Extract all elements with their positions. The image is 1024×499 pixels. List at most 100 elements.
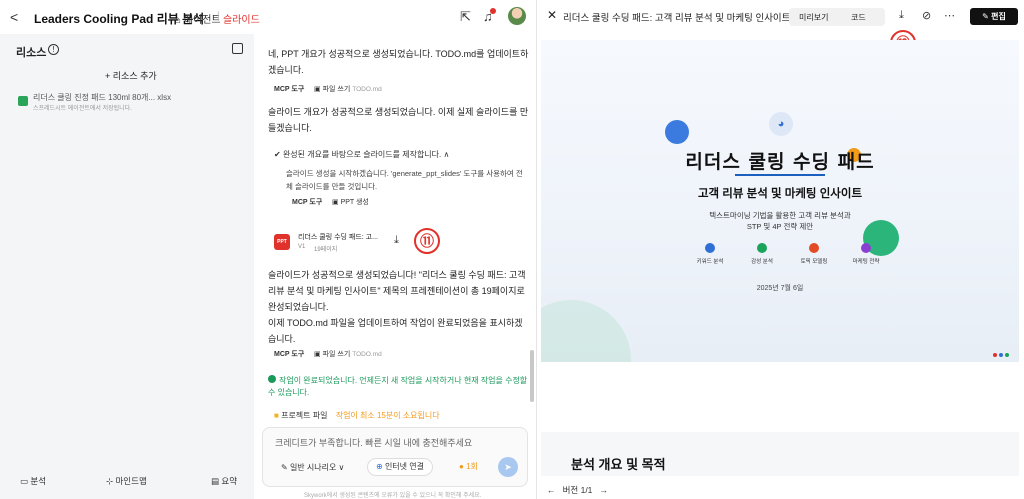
edit-button[interactable]: ✎ 편집 [970, 8, 1018, 25]
file-write-chip[interactable]: ▣ 파일 쓰기 TODO.md [314, 349, 382, 359]
chat-input-box[interactable]: 크레디트가 부족합니다. 빠른 시일 내에 충전해주세요 ✎ 일반 시나리오 ∨… [262, 427, 528, 487]
sidebar-title: 리소스 [16, 47, 47, 59]
close-icon[interactable]: ✕ [547, 8, 557, 22]
annotation-11: ⑪ [414, 228, 440, 254]
slide-description: 텍스트마이닝 기법을 활용한 고객 리뷰 분석과 STP 및 4P 전략 제안 [541, 210, 1019, 232]
resource-sidebar: 리소스 ! + 리소스 추가 리더스 쿨링 진정 패드 130ml 80개...… [0, 34, 254, 499]
download-icon[interactable]: ⤓ [899, 9, 904, 22]
chat-scrollbar[interactable] [530, 350, 534, 402]
ppt-result-card[interactable]: PPT 리더스 쿨링 수딩 패드: 고... V1 19페이지 ⤓ [268, 227, 408, 257]
assistant-message: 슬라이드 개요가 성공적으로 생성되었습니다. 이제 실제 슬라이드를 만들겠습… [268, 107, 529, 133]
collapse-sidebar-icon[interactable] [232, 43, 243, 54]
mcp-tool-label: MCP 도구 [274, 351, 305, 358]
preview-title: 리더스 쿨링 수딩 패드: 고객 리뷰 분석 및 마케팅 인사이트 [563, 13, 791, 24]
avatar[interactable] [508, 7, 526, 25]
slide-subtitle: 고객 리뷰 분석 및 마케팅 인사이트 [697, 188, 863, 200]
file-write-label: 파일 쓰기 [322, 351, 351, 358]
xlsx-icon [18, 96, 28, 106]
chat-panel: 네, PPT 개요가 성공적으로 생성되었습니다. TODO.md를 업데이트하… [254, 34, 536, 499]
smile-icon [757, 243, 767, 253]
download-icon[interactable]: ⤓ [394, 234, 399, 247]
notification-badge [490, 8, 496, 14]
internet-toggle[interactable]: ⊕ 인터넷 연결 [367, 458, 433, 476]
decorative-circle [665, 120, 689, 144]
mcp-tool-chip[interactable]: MCP 도구 [274, 349, 304, 359]
task-step-body: 슬라이드 생성을 시작하겠습니다. 'generate_ppt_slides' … [286, 169, 523, 191]
compass-icon[interactable]: ⊘ [922, 9, 931, 22]
share-icon[interactable]: ⇱ [460, 9, 471, 25]
slide-desc-line1: 텍스트마이닝 기법을 활용한 고객 리뷰 분석과 [709, 211, 851, 220]
feature-keyword: 키워드 분석 [685, 243, 735, 265]
chat-input-placeholder[interactable]: 크레디트가 부족합니다. 빠른 시일 내에 충전해주세요 [275, 436, 472, 449]
add-resource-button[interactable]: + 리소스 추가 [105, 69, 157, 82]
ppt-card-pages: 19페이지 [314, 247, 338, 253]
assistant-message: 네, PPT 개요가 성공적으로 생성되었습니다. TODO.md를 업데이트하… [268, 49, 529, 75]
divider: | [217, 11, 220, 22]
preview-panel: ✕ 리더스 쿨링 수딩 패드: 고객 리뷰 분석 및 마케팅 인사이트 미리보기… [536, 0, 1024, 499]
info-icon[interactable]: ! [48, 44, 59, 55]
ppt-generate-label: PPT 생성 [340, 199, 369, 206]
feature-label: 감성 분석 [751, 259, 773, 265]
more-icon[interactable]: ⋯ [944, 9, 955, 22]
folder-icon: ■ [274, 411, 279, 420]
pie-chart-icon: ◕ [769, 112, 793, 136]
slide-desc-line2: STP 및 4P 전략 제안 [746, 222, 814, 231]
slide-dots [991, 348, 1009, 360]
mcp-tool-chip[interactable]: MCP 도구 [292, 197, 322, 207]
view-toggle: 미리보기 코드 [789, 8, 885, 26]
file-write-label: 파일 쓰기 [322, 86, 351, 93]
slide-2-title: 분석 개요 및 목적 [571, 457, 666, 472]
version-label: 버전 1/1 [562, 485, 593, 495]
slide-1[interactable]: ◕ 리더스 쿨링 수딩 패드 고객 리뷰 분석 및 마케팅 인사이트 텍스트마이… [541, 40, 1019, 362]
resource-file-item[interactable]: 리더스 쿨링 진정 패드 130ml 80개... xlsx 스프레드시트 에이… [18, 92, 248, 116]
feature-label: 키워드 분석 [696, 259, 724, 265]
tab-preview[interactable]: 미리보기 [799, 12, 828, 23]
target-icon [861, 243, 871, 253]
next-version-icon[interactable]: → [600, 485, 609, 495]
agent-tab[interactable]: ⌂ 에이전트 [175, 11, 221, 26]
mcp-tool-chip[interactable]: MCP 도구 [274, 84, 304, 94]
agent-label: 에이전트 [183, 15, 221, 26]
analysis-button[interactable]: ▭ 분석 [20, 475, 46, 487]
file-write-sub: TODO.md [352, 351, 382, 358]
task-complete-text: 작업이 완료되었습니다. 언제든지 새 작업을 시작하거나 현재 작업을 수정할… [268, 376, 528, 397]
slide-title: 리더스 쿨링 수딩 패드 [685, 151, 875, 173]
task-complete-message: 작업이 완료되었습니다. 언제든지 새 작업을 시작하거나 현재 작업을 수정할… [268, 375, 530, 399]
internet-label: 인터넷 연결 [384, 462, 424, 471]
feature-label: 토픽 모델링 [800, 259, 828, 265]
project-file-label: 프로젝트 파일 [281, 411, 328, 420]
resource-file-name: 리더스 쿨링 진정 패드 130ml 80개... xlsx [33, 93, 172, 102]
slides-tab[interactable]: 슬라이드 [223, 11, 260, 26]
assistant-message: 슬라이드가 성공적으로 생성되었습니다! "리더스 쿨링 수딩 패드: 고객 리… [268, 270, 526, 312]
check-icon [268, 375, 276, 383]
ppt-card-title: 리더스 쿨링 수딩 패드: 고... [298, 234, 378, 241]
tab-code[interactable]: 코드 [851, 12, 866, 23]
back-icon[interactable]: < [10, 9, 18, 25]
mcp-tool-label: MCP 도구 [292, 199, 323, 206]
task-step[interactable]: ✔ 완성된 개요를 바탕으로 슬라이드를 제작합니다. ∧ [274, 149, 449, 160]
scenario-label: 일반 시나리오 ∨ [289, 463, 345, 472]
mindmap-button[interactable]: ⊹ 마인드맵 [106, 475, 147, 487]
file-write-sub: TODO.md [352, 86, 382, 93]
ppt-generate-chip[interactable]: ▣ PPT 생성 [332, 197, 369, 207]
project-file-row[interactable]: ■ 프로젝트 파일 작업이 최소 15분이 소요됩니다 [274, 410, 440, 421]
prev-version-icon[interactable]: ← [547, 485, 556, 495]
slide-date: 2025년 7월 6일 [756, 285, 804, 292]
globe-icon: ⊕ [376, 462, 383, 471]
feature-topic: 토픽 모델링 [789, 243, 839, 265]
slide-2[interactable]: 분석 개요 및 목적 [541, 432, 1019, 476]
ppt-file-icon: PPT [274, 234, 290, 250]
file-write-chip[interactable]: ▣ 파일 쓰기 TODO.md [314, 84, 382, 94]
assistant-message: 이제 TODO.md 파일을 업데이트하여 작업이 완료되었음을 표시하겠습니다… [268, 318, 523, 344]
ppt-card-version: V1 [298, 244, 306, 250]
edit-label: 편집 [991, 12, 1006, 21]
layers-icon [809, 243, 819, 253]
project-file-note: 작업이 최소 15분이 소요됩니다 [335, 411, 440, 420]
title-underline [735, 174, 825, 176]
task-step-title: 완성된 개요를 바탕으로 슬라이드를 제작합니다. [282, 150, 442, 159]
scenario-dropdown[interactable]: ✎ 일반 시나리오 ∨ [281, 462, 344, 473]
credit-indicator: ● 1회 [459, 462, 478, 471]
summary-button[interactable]: ▤ 요약 [211, 475, 237, 487]
send-button[interactable]: ➤ [498, 457, 518, 477]
resource-file-sub: 스프레드시트 에이전트에서 저장됩니다. [33, 106, 132, 112]
